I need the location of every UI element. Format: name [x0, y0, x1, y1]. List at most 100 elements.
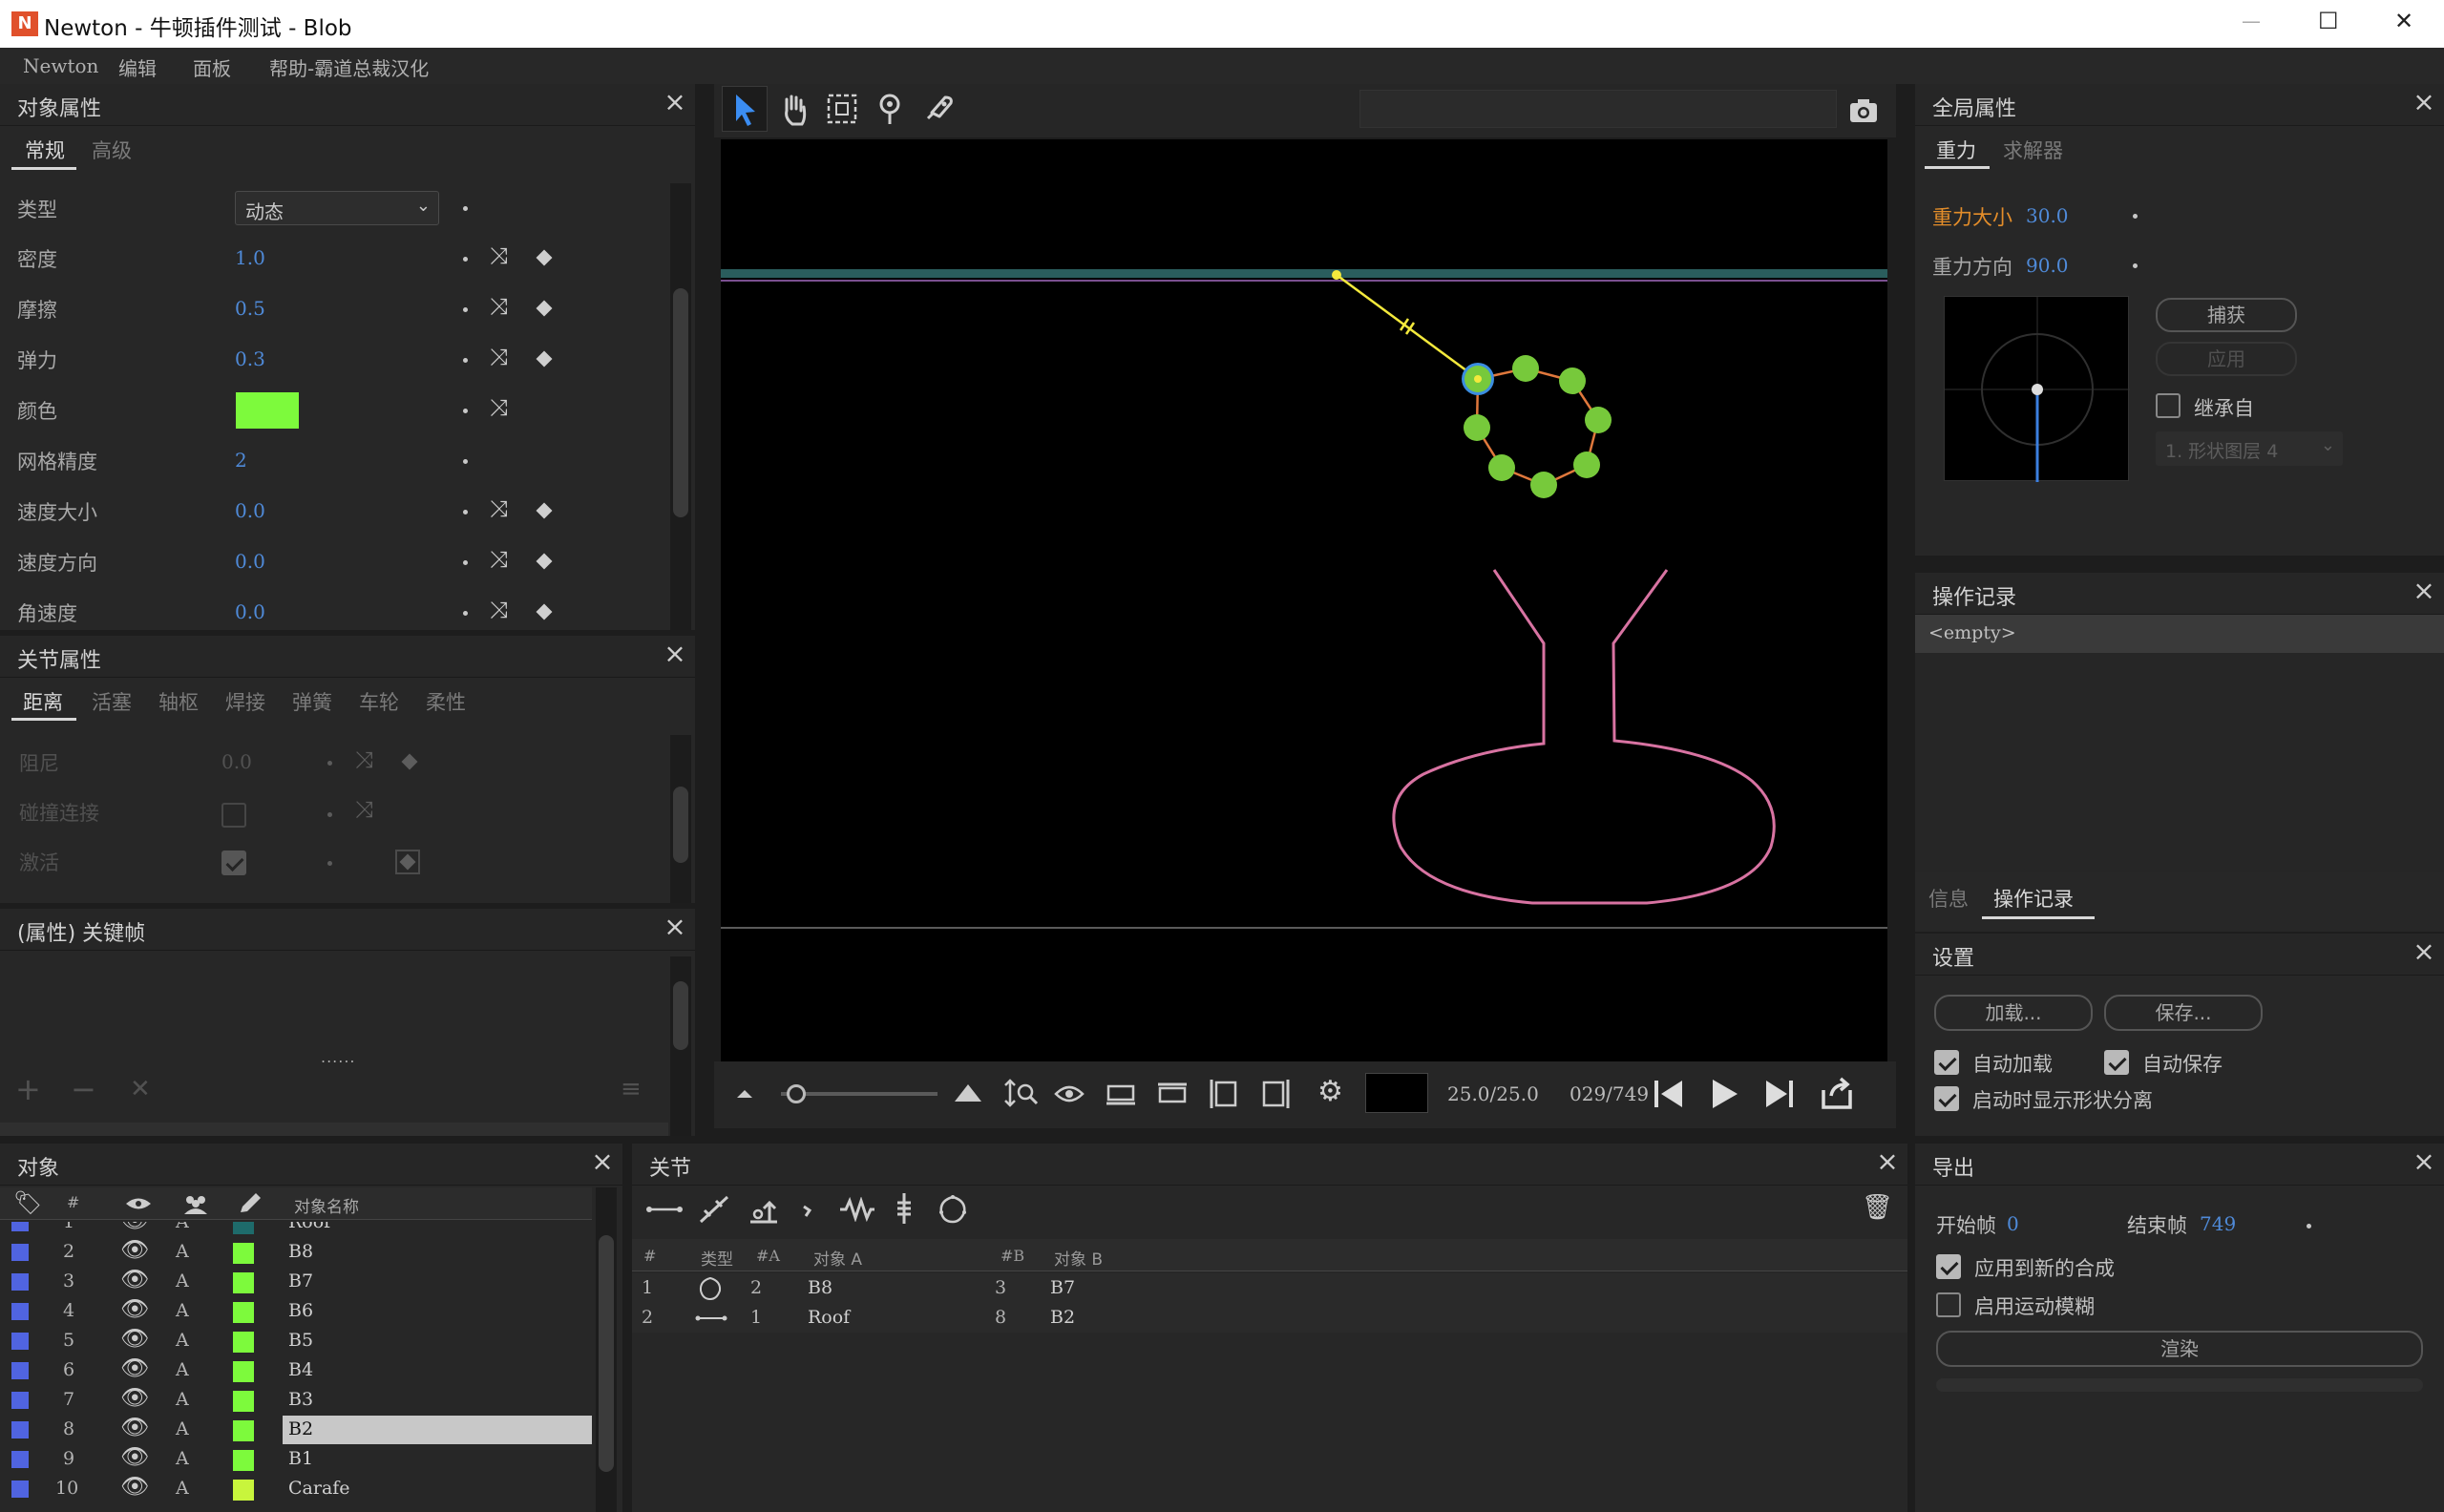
b-index-header[interactable]: #B [1001, 1247, 1024, 1265]
gear-icon[interactable]: ⚙ [1317, 1075, 1343, 1108]
number-header[interactable]: # [67, 1193, 79, 1211]
menu-newton[interactable]: Newton [23, 54, 98, 77]
keyframe-diamond-icon[interactable] [536, 350, 553, 368]
keyframe-diamond-icon[interactable] [536, 502, 553, 519]
tab-gravity[interactable]: 重力 [1936, 136, 1976, 164]
table-row[interactable]: 2 1 Roof 8 B2 [632, 1303, 1907, 1333]
keyframe-dot[interactable] [463, 358, 468, 363]
start-frame-value[interactable]: 0 [2007, 1212, 2019, 1235]
spring-joint-icon[interactable] [838, 1197, 876, 1222]
object-b-header[interactable]: 对象 B [1054, 1246, 1103, 1270]
visible-eye-icon[interactable]: 👁 [120, 1236, 149, 1263]
shuffle-icon[interactable]: ⤨ [490, 546, 508, 573]
close-icon[interactable]: × [2412, 938, 2436, 965]
keyframe-dot[interactable] [463, 307, 468, 312]
tab-wheel[interactable]: 车轮 [359, 687, 399, 716]
tab-spring[interactable]: 弹簧 [292, 687, 332, 716]
delete-keyframe-button[interactable]: ✕ [130, 1075, 151, 1103]
table-row[interactable]: 1 👁 A Roof [0, 1222, 592, 1238]
visible-eye-icon[interactable]: 👁 [120, 1384, 149, 1411]
pin-icon[interactable] [871, 90, 909, 128]
trash-icon[interactable]: 🗑 [1862, 1193, 1893, 1222]
close-icon[interactable]: × [2412, 1148, 2436, 1175]
scrollbar[interactable] [670, 183, 691, 630]
shuffle-icon[interactable]: ⤨ [490, 495, 508, 522]
wheel-joint-icon[interactable] [890, 1191, 918, 1226]
scroll-thumb[interactable] [673, 787, 688, 863]
piston-joint-icon[interactable] [695, 1193, 733, 1226]
tab-history[interactable]: 操作记录 [1993, 884, 2074, 913]
flex-joint-icon[interactable] [936, 1193, 970, 1226]
table-row[interactable]: 7 👁 A B3 [0, 1384, 592, 1416]
density-value[interactable]: 1.0 [235, 246, 265, 269]
maximize-button[interactable]: ☐ [2318, 8, 2339, 34]
pivot-joint-icon[interactable] [745, 1193, 783, 1226]
render-button[interactable]: 渲染 [1936, 1331, 2423, 1367]
play-icon[interactable] [1705, 1077, 1743, 1111]
table-row[interactable]: 5 👁 A B5 [0, 1325, 592, 1356]
menu-edit[interactable]: 编辑 [118, 53, 157, 81]
table-row[interactable]: 6 👁 A B4 [0, 1354, 592, 1386]
color-swatch[interactable] [236, 392, 299, 429]
camera-icon[interactable] [1844, 92, 1883, 130]
visible-eye-icon[interactable]: 👁 [120, 1266, 149, 1292]
weld-joint-icon[interactable] [796, 1197, 825, 1222]
close-icon[interactable]: × [663, 914, 687, 940]
keyframe-dot[interactable] [2307, 1224, 2311, 1228]
auto-save-checkbox[interactable] [2104, 1050, 2129, 1075]
close-icon[interactable]: × [663, 89, 687, 116]
show-separation-checkbox[interactable] [1934, 1086, 1959, 1111]
view-bottom-icon[interactable] [1104, 1079, 1138, 1109]
visible-eye-icon[interactable]: 👁 [120, 1443, 149, 1470]
select-tool-button[interactable] [722, 86, 768, 132]
scrollbar[interactable] [670, 735, 691, 903]
keyframe-dot[interactable] [463, 409, 468, 413]
table-row[interactable]: 1 2 B8 3 B7 [632, 1273, 1907, 1303]
keyframe-dot[interactable] [2133, 214, 2138, 219]
zoom-slider-knob[interactable] [787, 1084, 806, 1103]
pencil-icon[interactable] [237, 1191, 263, 1216]
close-icon[interactable]: × [2412, 89, 2436, 116]
keyframe-diamond-icon[interactable] [536, 603, 553, 620]
resize-grip[interactable]: ...... [321, 1048, 356, 1066]
auto-load-checkbox[interactable] [1934, 1050, 1959, 1075]
close-icon[interactable]: × [1875, 1148, 1900, 1175]
shuffle-icon[interactable]: ⤨ [490, 344, 508, 370]
direction-value[interactable]: 0.0 [235, 550, 265, 573]
type-header[interactable]: 类型 [701, 1246, 733, 1270]
add-keyframe-button[interactable]: + [15, 1071, 41, 1107]
step-forward-icon[interactable] [1760, 1077, 1799, 1111]
shuffle-icon[interactable]: ⤨ [490, 597, 508, 623]
remove-keyframe-button[interactable]: − [71, 1071, 96, 1107]
view-right-icon[interactable] [1258, 1077, 1293, 1111]
tab-solver[interactable]: 求解器 [2003, 136, 2063, 164]
table-row[interactable]: 8 👁 A B2 [0, 1414, 592, 1445]
table-row[interactable]: 3 👁 A B7 [0, 1266, 592, 1297]
tab-flex[interactable]: 柔性 [426, 687, 466, 716]
shuffle-icon[interactable]: ⤨ [490, 293, 508, 320]
viewport-search-field[interactable] [1359, 90, 1837, 128]
scrollbar[interactable] [670, 956, 691, 1136]
number-header[interactable]: # [643, 1247, 656, 1265]
table-row[interactable]: 9 👁 A B1 [0, 1443, 592, 1475]
zoom-region-icon[interactable] [823, 90, 861, 128]
load-button[interactable]: 加载... [1934, 995, 2093, 1031]
tab-pivot[interactable]: 轴枢 [158, 687, 199, 716]
keyframe-dot[interactable] [463, 257, 468, 262]
tab-info[interactable]: 信息 [1928, 884, 1969, 913]
tab-weld[interactable]: 焊接 [225, 687, 265, 716]
table-row[interactable]: 2 👁 A B8 [0, 1236, 592, 1268]
object-name-header[interactable]: 对象名称 [294, 1193, 359, 1217]
rocket-icon[interactable] [918, 90, 957, 128]
zoom-in-mountain-icon[interactable] [951, 1075, 985, 1109]
tab-general[interactable]: 常规 [25, 136, 65, 164]
scroll-thumb[interactable] [673, 981, 688, 1050]
capture-button[interactable]: 捕获 [2156, 298, 2297, 332]
history-item[interactable]: <empty> [1915, 615, 2444, 653]
apply-new-comp-checkbox[interactable] [1936, 1254, 1961, 1279]
gravity-size-value[interactable]: 30.0 [2026, 204, 2069, 227]
keyframe-dot[interactable] [463, 560, 468, 565]
keyframe-diamond-icon[interactable] [536, 300, 553, 317]
zoom-fit-icon[interactable] [1002, 1077, 1041, 1111]
visible-eye-icon[interactable]: 👁 [120, 1295, 149, 1322]
